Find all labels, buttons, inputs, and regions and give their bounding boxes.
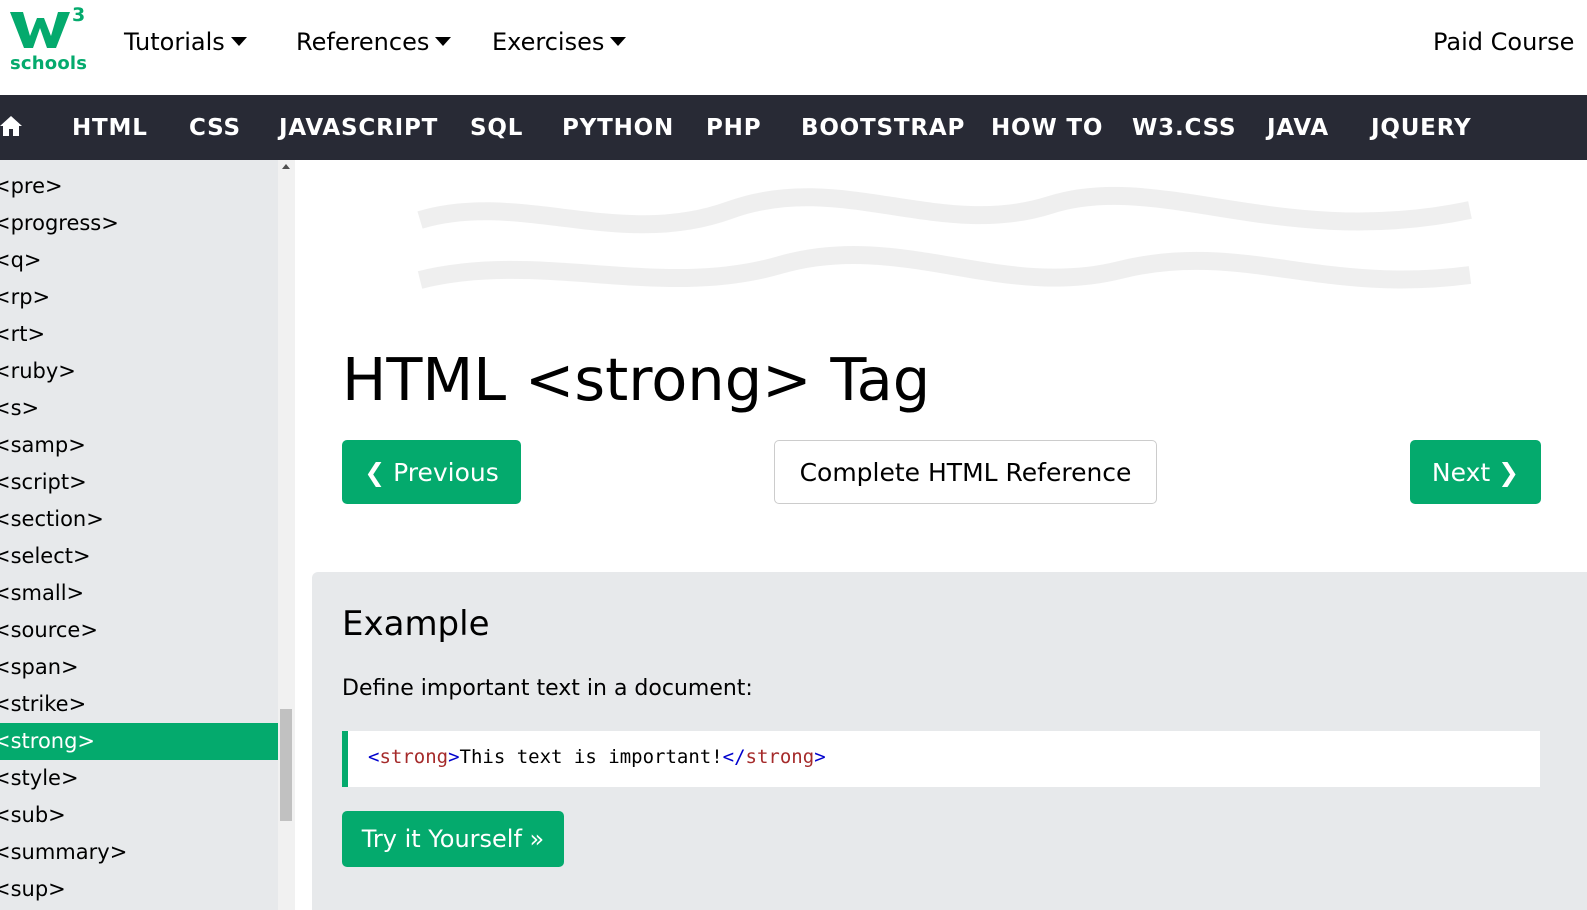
example-heading: Example	[342, 604, 490, 644]
scroll-up-arrow-icon[interactable]	[282, 164, 290, 169]
caret-down-icon	[610, 36, 627, 46]
sidebar-item-section[interactable]: <section>	[0, 501, 278, 538]
code-open-bracket: <	[368, 746, 380, 768]
code-end-close: >	[814, 746, 826, 768]
sidebar-item-summary[interactable]: <summary>	[0, 834, 278, 871]
exercises-label: Exercises	[492, 28, 605, 56]
caret-down-icon	[435, 36, 452, 46]
code-end-open: </	[722, 746, 746, 768]
exercises-menu[interactable]: Exercises	[492, 24, 627, 60]
sidebar-item-script[interactable]: <script>	[0, 464, 278, 501]
code-tag-name: strong	[379, 746, 449, 768]
sidebar-item-s[interactable]: <s>	[0, 390, 278, 427]
sidebar: <pre> <progress> <q> <rp> <rt> <ruby> <s…	[0, 160, 278, 910]
code-block: <strong>This text is important!</strong>	[342, 731, 1540, 787]
sidebar-item-select[interactable]: <select>	[0, 538, 278, 575]
sidebar-item-rp[interactable]: <rp>	[0, 279, 278, 316]
sidebar-item-small[interactable]: <small>	[0, 575, 278, 612]
nav-how-to[interactable]: HOW TO	[991, 95, 1103, 160]
top-bar: 3 schools Tutorials References Exercises…	[0, 0, 1587, 95]
tutorials-label: Tutorials	[124, 28, 225, 56]
w3-logo-mark	[10, 12, 70, 48]
example-description: Define important text in a document:	[342, 676, 753, 701]
paid-courses-link[interactable]: Paid Course	[1433, 24, 1574, 60]
nav-java[interactable]: JAVA	[1267, 95, 1329, 160]
try-it-yourself-button[interactable]: Try it Yourself »	[342, 811, 564, 867]
nav-html[interactable]: HTML	[72, 95, 148, 160]
sidebar-item-style[interactable]: <style>	[0, 760, 278, 797]
nav-css[interactable]: CSS	[189, 95, 241, 160]
nav-w3css[interactable]: W3.CSS	[1132, 95, 1236, 160]
nav-python[interactable]: PYTHON	[562, 95, 674, 160]
sidebar-item-sub[interactable]: <sub>	[0, 797, 278, 834]
sidebar-item-strong[interactable]: <strong>	[0, 723, 278, 760]
sidebar-scroll-thumb[interactable]	[280, 709, 292, 821]
sidebar-item-ruby[interactable]: <ruby>	[0, 353, 278, 390]
nav-php[interactable]: PHP	[706, 95, 761, 160]
code-line: <strong>This text is important!</strong>	[368, 746, 826, 768]
page-title: HTML <strong> Tag	[342, 345, 931, 414]
sidebar-item-source[interactable]: <source>	[0, 612, 278, 649]
sidebar-item-sup[interactable]: <sup>	[0, 871, 278, 908]
sidebar-item-rt[interactable]: <rt>	[0, 316, 278, 353]
next-button[interactable]: Next ❯	[1410, 440, 1541, 504]
ad-placeholder	[417, 186, 1472, 289]
caret-down-icon	[230, 36, 247, 46]
w3schools-logo[interactable]: 3 schools	[8, 4, 87, 76]
complete-reference-button[interactable]: Complete HTML Reference	[774, 440, 1157, 504]
tutorials-menu[interactable]: Tutorials	[124, 24, 247, 60]
sidebar-item-span[interactable]: <span>	[0, 649, 278, 686]
nav-sql[interactable]: SQL	[470, 95, 523, 160]
logo-text: schools	[10, 53, 88, 74]
sidebar-item-strike[interactable]: <strike>	[0, 686, 278, 723]
home-icon[interactable]	[0, 115, 22, 137]
nav-javascript[interactable]: JAVASCRIPT	[279, 95, 438, 160]
main-nav: HTML CSS JAVASCRIPT SQL PYTHON PHP BOOTS…	[0, 95, 1587, 160]
previous-button[interactable]: ❮ Previous	[342, 440, 521, 504]
references-menu[interactable]: References	[296, 24, 452, 60]
references-label: References	[296, 28, 430, 56]
code-close-bracket: >	[448, 746, 460, 768]
code-content: This text is important!	[459, 746, 723, 768]
code-end-tag-name: strong	[745, 746, 815, 768]
nav-jquery[interactable]: JQUERY	[1371, 95, 1471, 160]
sidebar-item-q[interactable]: <q>	[0, 242, 278, 279]
sidebar-item-samp[interactable]: <samp>	[0, 427, 278, 464]
sidebar-item-pre[interactable]: <pre>	[0, 168, 278, 205]
nav-bootstrap[interactable]: BOOTSTRAP	[801, 95, 965, 160]
logo-superscript: 3	[72, 4, 86, 26]
sidebar-item-progress[interactable]: <progress>	[0, 205, 278, 242]
